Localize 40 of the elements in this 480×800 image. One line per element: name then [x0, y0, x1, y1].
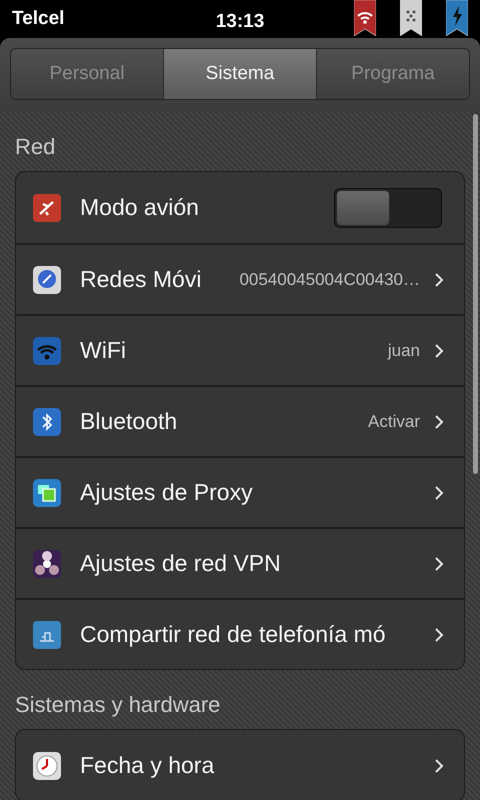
- chevron-icon: [434, 628, 444, 642]
- row-value: 00540045004C00430…: [239, 268, 420, 291]
- carrier-name: Telcel: [12, 6, 64, 31]
- settings-row[interactable]: WiFi juan: [16, 314, 464, 385]
- chevron-icon: [434, 486, 444, 500]
- row-label: WiFi: [80, 336, 126, 366]
- row-value: juan: [388, 340, 420, 362]
- wifi-icon: [354, 0, 376, 36]
- row-label: Modo avión: [80, 193, 200, 222]
- row-label: Compartir red de telefonía mó: [80, 620, 387, 650]
- tab[interactable]: Sistema: [163, 49, 316, 99]
- section-title: Red: [15, 133, 56, 161]
- chevron-icon: [434, 556, 444, 570]
- settings-row[interactable]: Ajustes de red VPN: [16, 527, 464, 598]
- signal-dots-icon: [400, 0, 422, 36]
- settings-row[interactable]: Compartir red de telefonía mó: [16, 598, 464, 669]
- clock-time: 13:13: [216, 10, 264, 34]
- row-label: Redes Móvi: [80, 265, 202, 294]
- clock-icon: [33, 752, 61, 780]
- chevron-icon: [434, 272, 444, 286]
- row-label: Ajustes de red VPN: [80, 549, 282, 578]
- row-value: Activar: [368, 410, 420, 433]
- settings-row[interactable]: Fecha y hora: [16, 730, 464, 800]
- section-title: Sistemas y hardware: [15, 691, 222, 719]
- row-label: Fecha y hora: [80, 751, 216, 780]
- windows-icon: [33, 478, 61, 506]
- settings-row[interactable]: Bluetooth Activar: [16, 385, 464, 456]
- lightning-icon: [446, 0, 468, 36]
- settings-row[interactable]: Modo avión: [16, 172, 464, 243]
- settings-row[interactable]: Ajustes de Proxy: [16, 456, 464, 527]
- row-label: Bluetooth: [80, 407, 178, 436]
- scrollbar-thumb[interactable]: [473, 114, 478, 474]
- chevron-icon: [434, 344, 444, 358]
- wifi-icon: [33, 336, 61, 364]
- bluetooth-icon: [33, 408, 61, 436]
- toggle-switch[interactable]: [334, 188, 442, 228]
- settings-row[interactable]: Redes Móvi 00540045004C00430…: [16, 243, 464, 314]
- row-label: Ajustes de Proxy: [80, 478, 254, 508]
- chevron-icon: [434, 414, 444, 428]
- chevron-icon: [434, 758, 444, 772]
